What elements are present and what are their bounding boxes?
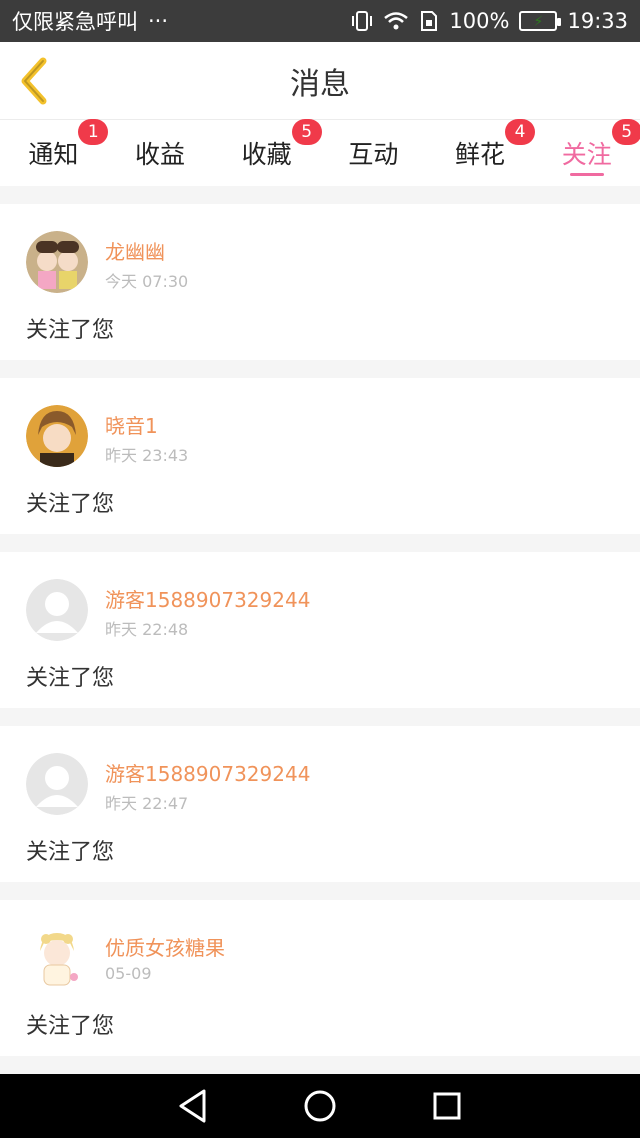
avatar[interactable] [26, 231, 88, 293]
system-nav-bar [0, 1074, 640, 1138]
status-bar: 仅限紧急呼叫 ··· 100% ⚡ 19:33 [0, 0, 640, 42]
wifi-icon [383, 10, 409, 32]
timestamp: 昨天 22:48 [105, 620, 189, 639]
square-recents-icon [433, 1092, 461, 1120]
tab-badge: 4 [505, 119, 536, 145]
tab-label-wrap: 关注 5 [561, 119, 640, 171]
tab-earnings[interactable]: 收益 [107, 120, 214, 186]
message-list: 龙幽幽 今天 07:30 关注了您 晓音1 昨天 23:43 关注了您 游客15… [0, 186, 640, 1056]
tab-favorites[interactable]: 收藏 5 [213, 119, 322, 186]
tab-badge: 1 [78, 119, 109, 145]
triangle-back-icon [179, 1089, 206, 1123]
timestamp: 昨天 23:43 [105, 446, 189, 465]
tab-label: 关注 [561, 140, 612, 169]
message-text: 关注了您 [26, 1014, 115, 1039]
list-item[interactable]: 游客1588907329244 昨天 22:48 关注了您 [0, 552, 640, 708]
default-avatar-icon[interactable] [26, 579, 88, 641]
battery-percent: 100% [449, 9, 510, 33]
message-text: 关注了您 [26, 492, 115, 517]
tab-interaction[interactable]: 互动 [320, 120, 427, 186]
back-button[interactable] [14, 56, 54, 106]
tab-follow[interactable]: 关注 5 [533, 119, 640, 186]
app-header: 消息 [0, 42, 640, 120]
list-item[interactable]: 优质女孩糖果 05-09 关注了您 [0, 900, 640, 1056]
tab-label: 收藏 [241, 140, 292, 169]
username[interactable]: 晓音1 [105, 410, 158, 439]
chevron-left-icon [21, 57, 47, 105]
tab-label-wrap: 收藏 5 [241, 119, 322, 171]
timestamp: 今天 07:30 [105, 272, 189, 291]
avatar[interactable] [26, 927, 88, 989]
tab-label-wrap: 鲜花 4 [455, 119, 536, 171]
sim-icon [419, 10, 439, 32]
tab-label: 通知 [28, 140, 79, 169]
carrier-text: 仅限紧急呼叫 [12, 10, 138, 34]
page-title: 消息 [290, 66, 350, 102]
clock: 19:33 [567, 9, 628, 33]
list-item[interactable]: 游客1588907329244 昨天 22:47 关注了您 [0, 726, 640, 882]
username[interactable]: 优质女孩糖果 [105, 932, 225, 961]
username[interactable]: 游客1588907329244 [105, 584, 310, 613]
list-item[interactable]: 龙幽幽 今天 07:30 关注了您 [0, 204, 640, 360]
tab-flowers[interactable]: 鲜花 4 [427, 119, 536, 186]
nav-recents-button[interactable] [427, 1086, 467, 1126]
message-text: 关注了您 [26, 666, 115, 691]
message-text: 关注了您 [26, 840, 115, 865]
default-avatar-icon[interactable] [26, 753, 88, 815]
tab-label-wrap: 通知 1 [28, 119, 109, 171]
vibrate-icon [351, 10, 373, 32]
status-right: 100% ⚡ 19:33 [351, 9, 628, 33]
avatar[interactable] [26, 405, 88, 467]
timestamp: 昨天 22:47 [105, 794, 189, 813]
tab-badge: 5 [611, 119, 640, 145]
list-item[interactable]: 晓音1 昨天 23:43 关注了您 [0, 378, 640, 534]
tab-badge: 5 [291, 119, 322, 145]
username[interactable]: 龙幽幽 [105, 236, 165, 265]
tab-notice[interactable]: 通知 1 [0, 119, 109, 186]
username[interactable]: 游客1588907329244 [105, 758, 310, 787]
circle-home-icon [304, 1090, 336, 1122]
status-dots: ··· [148, 9, 169, 33]
tab-label: 收益 [135, 140, 186, 169]
tab-label: 鲜花 [455, 140, 506, 169]
tab-bar: 通知 1 收益 收藏 5 互动 鲜花 4 关注 5 [0, 119, 640, 186]
battery-icon: ⚡ [519, 11, 562, 31]
nav-back-button[interactable] [173, 1086, 213, 1126]
status-left: 仅限紧急呼叫 ··· [12, 6, 168, 36]
timestamp: 05-09 [105, 964, 152, 983]
nav-home-button[interactable] [300, 1086, 340, 1126]
message-text: 关注了您 [26, 318, 115, 343]
tab-label: 互动 [348, 140, 399, 169]
